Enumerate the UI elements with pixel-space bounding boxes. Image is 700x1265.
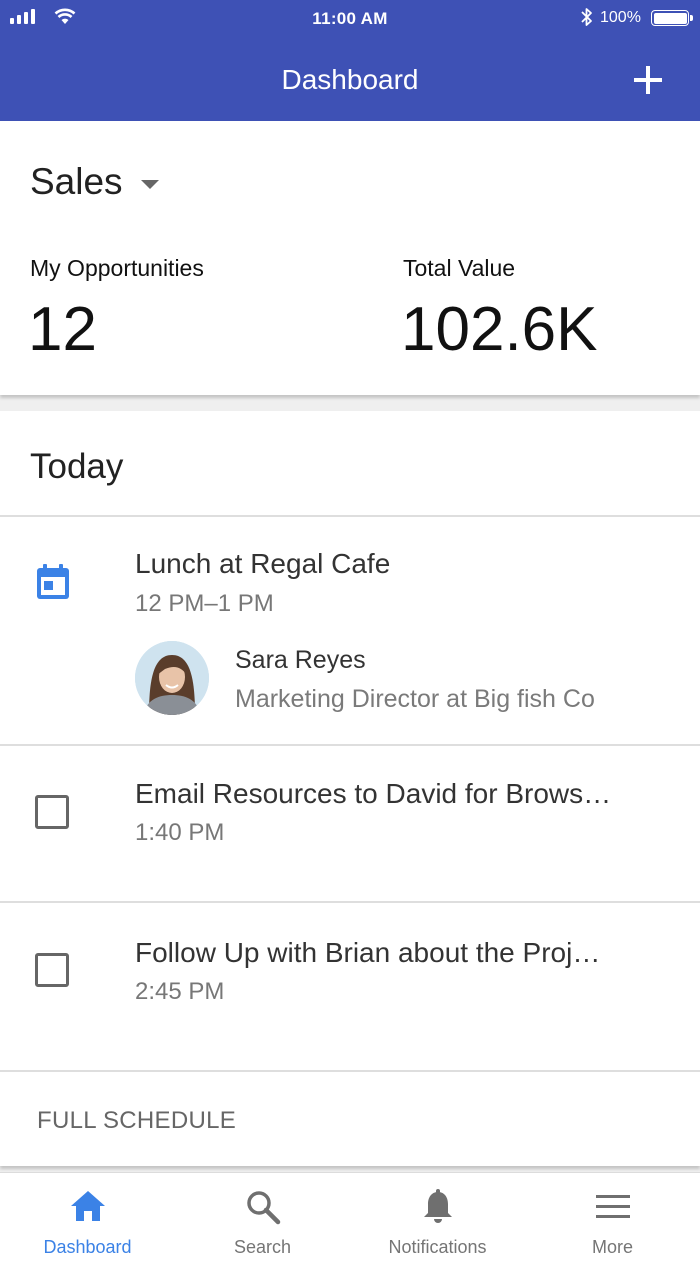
home-icon xyxy=(70,1191,105,1221)
task-title: Follow Up with Brian about the Proj… xyxy=(135,937,601,968)
today-card: Today Lunch at Regal Cafe 12 PM–1 PM Sar… xyxy=(0,411,700,1166)
status-bar: 11:00 AM 100% xyxy=(0,0,700,36)
nav-label-search: Search xyxy=(233,1237,292,1257)
page-title: Dashboard xyxy=(281,64,419,95)
task-time: 2:45 PM xyxy=(135,978,225,1005)
bell-icon xyxy=(423,1189,452,1223)
bottom-nav: Dashboard Search Notifications More xyxy=(0,1172,700,1265)
sales-dropdown[interactable]: Sales xyxy=(30,161,159,203)
nav-label-more: More xyxy=(591,1237,633,1257)
bluetooth-icon xyxy=(581,8,592,26)
full-schedule-link[interactable]: FULL SCHEDULE xyxy=(37,1107,236,1135)
task-checkbox[interactable] xyxy=(35,795,69,829)
app-header: 11:00 AM 100% Dashboard xyxy=(0,0,700,121)
contact-role: Marketing Director at Big fish Co xyxy=(235,685,595,713)
search-icon xyxy=(246,1191,280,1225)
nav-label-dashboard: Dashboard xyxy=(43,1237,132,1257)
divider xyxy=(0,1070,700,1072)
nav-item-search[interactable]: Search xyxy=(175,1173,350,1265)
battery-percent: 100% xyxy=(600,9,641,26)
add-icon[interactable] xyxy=(630,62,666,98)
contact-name: Sara Reyes xyxy=(235,646,366,674)
battery-icon xyxy=(651,10,693,26)
sales-card: Sales My Opportunities 12 Total Value 10… xyxy=(0,121,700,395)
menu-icon xyxy=(595,1195,630,1218)
divider xyxy=(0,515,700,517)
calendar-icon xyxy=(37,564,69,599)
task-title: Email Resources to David for Brows… xyxy=(135,778,612,809)
my-opportunities-label: My Opportunities xyxy=(30,255,204,281)
today-title: Today xyxy=(30,447,124,486)
event-time: 12 PM–1 PM xyxy=(135,590,274,617)
dropdown-arrow-icon xyxy=(140,179,159,189)
my-opportunities-value: 12 xyxy=(28,295,97,364)
sales-title: Sales xyxy=(30,161,123,202)
event-title: Lunch at Regal Cafe xyxy=(135,548,391,579)
status-time: 11:00 AM xyxy=(312,9,388,28)
divider xyxy=(0,744,700,746)
nav-label-notifications: Notifications xyxy=(388,1237,487,1257)
nav-item-notifications[interactable]: Notifications xyxy=(350,1173,525,1265)
divider xyxy=(0,901,700,903)
task-checkbox[interactable] xyxy=(35,953,69,987)
nav-item-dashboard[interactable]: Dashboard xyxy=(0,1173,175,1265)
task-time: 1:40 PM xyxy=(135,819,225,846)
total-value-value: 102.6K xyxy=(401,295,598,364)
avatar xyxy=(135,641,209,715)
nav-item-more[interactable]: More xyxy=(525,1173,700,1265)
total-value-label: Total Value xyxy=(403,255,516,281)
